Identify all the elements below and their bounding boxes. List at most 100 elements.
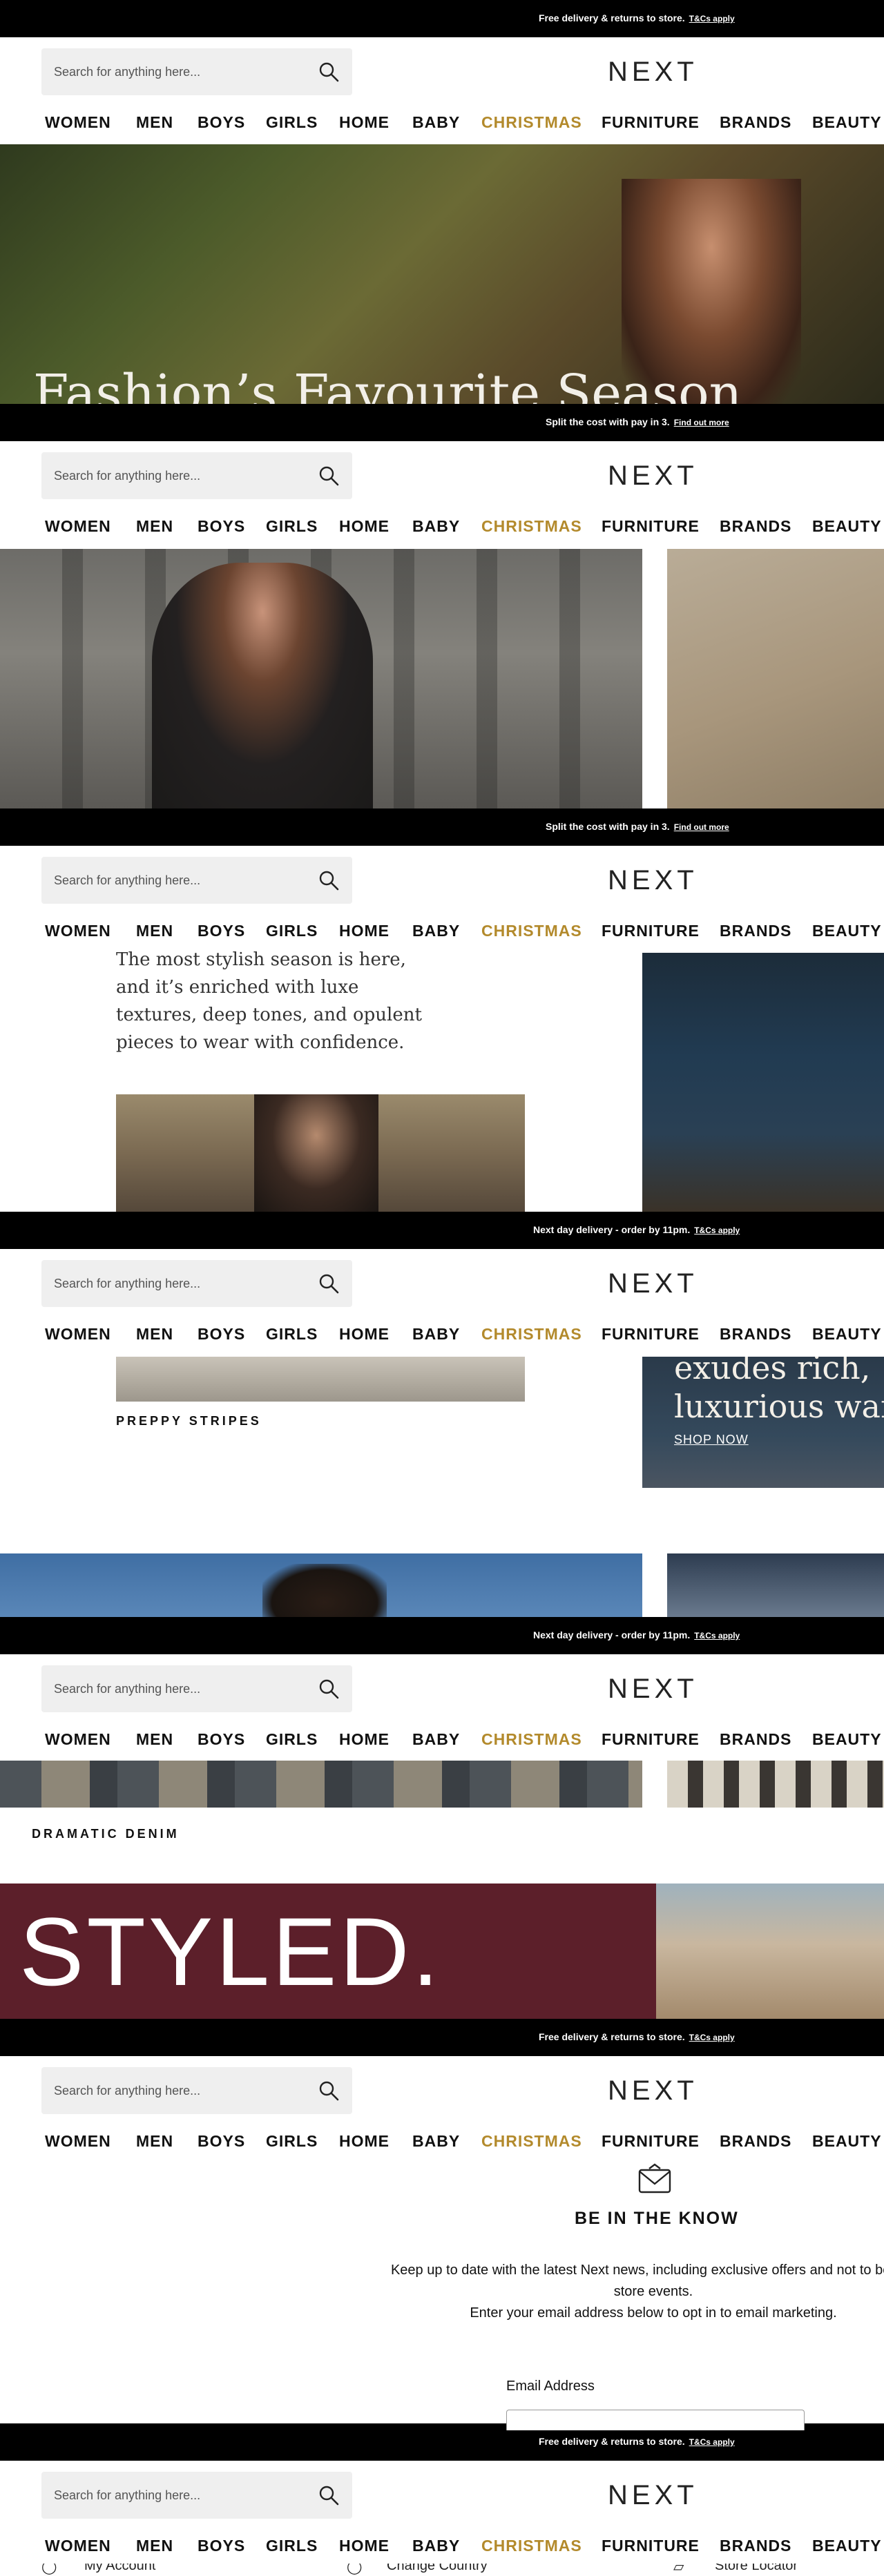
styled-banner[interactable]: STYLED. xyxy=(0,1883,656,2019)
nav-men[interactable]: MEN xyxy=(136,1730,173,1749)
next-logo[interactable]: NEXT xyxy=(608,1268,698,1299)
nav-furniture[interactable]: FURNITURE xyxy=(602,2537,700,2555)
dramatic-denim-caption[interactable]: DRAMATIC DENIM xyxy=(32,1827,180,1841)
nav-brands[interactable]: BRANDS xyxy=(720,2537,791,2555)
nav-beauty[interactable]: BEAUTY xyxy=(812,2132,882,2151)
styled-image[interactable] xyxy=(656,1883,884,2019)
search-icon[interactable] xyxy=(318,1678,340,1700)
search-input[interactable]: Search for anything here... xyxy=(41,2067,352,2114)
nav-brands[interactable]: BRANDS xyxy=(720,922,791,940)
nav-christmas[interactable]: CHRISTMAS xyxy=(481,517,582,536)
nav-baby[interactable]: BABY xyxy=(412,517,460,536)
nav-furniture[interactable]: FURNITURE xyxy=(602,517,700,536)
nav-home[interactable]: HOME xyxy=(339,113,390,132)
nav-brands[interactable]: BRANDS xyxy=(720,113,791,132)
nav-baby[interactable]: BABY xyxy=(412,922,460,940)
nav-baby[interactable]: BABY xyxy=(412,1325,460,1344)
luxe-tile[interactable]: exudes rich, luxurious war SHOP NOW xyxy=(642,1357,884,1488)
sunglasses-image[interactable] xyxy=(116,1094,525,1212)
luxe-image[interactable] xyxy=(642,953,884,1212)
nav-girls[interactable]: GIRLS xyxy=(266,113,318,132)
next-logo[interactable]: NEXT xyxy=(608,1674,698,1705)
search-icon[interactable] xyxy=(318,61,340,83)
nav-men[interactable]: MEN xyxy=(136,922,173,940)
nav-women[interactable]: WOMEN xyxy=(45,1730,111,1749)
promo-link[interactable]: T&Cs apply xyxy=(694,1226,740,1235)
nav-men[interactable]: MEN xyxy=(136,2132,173,2151)
columns-image[interactable] xyxy=(667,1761,884,1808)
nav-beauty[interactable]: BEAUTY xyxy=(812,922,882,940)
nav-boys[interactable]: BOYS xyxy=(198,2132,245,2151)
email-field[interactable] xyxy=(506,2410,805,2430)
nav-beauty[interactable]: BEAUTY xyxy=(812,517,882,536)
nav-girls[interactable]: GIRLS xyxy=(266,517,318,536)
search-icon[interactable] xyxy=(318,2080,340,2102)
search-icon[interactable] xyxy=(318,465,340,487)
nav-beauty[interactable]: BEAUTY xyxy=(812,2537,882,2555)
nav-women[interactable]: WOMEN xyxy=(45,922,111,940)
nav-girls[interactable]: GIRLS xyxy=(266,2537,318,2555)
nav-brands[interactable]: BRANDS xyxy=(720,1730,791,1749)
nav-home[interactable]: HOME xyxy=(339,1325,390,1344)
nav-home[interactable]: HOME xyxy=(339,2537,390,2555)
campaign-image-left[interactable] xyxy=(0,549,642,808)
nav-boys[interactable]: BOYS xyxy=(198,1730,245,1749)
nav-christmas[interactable]: CHRISTMAS xyxy=(481,2132,582,2151)
search-input[interactable]: Search for anything here... xyxy=(41,452,352,499)
nav-home[interactable]: HOME xyxy=(339,922,390,940)
preppy-image[interactable] xyxy=(116,1357,525,1402)
promo-link[interactable]: T&Cs apply xyxy=(689,2437,735,2447)
nav-furniture[interactable]: FURNITURE xyxy=(602,2132,700,2151)
campaign-image-right[interactable] xyxy=(667,549,884,808)
preppy-stripes-caption[interactable]: PREPPY STRIPES xyxy=(116,1414,262,1429)
nav-men[interactable]: MEN xyxy=(136,2537,173,2555)
nav-boys[interactable]: BOYS xyxy=(198,517,245,536)
search-input[interactable]: Search for anything here... xyxy=(41,857,352,904)
denim-strip-image[interactable] xyxy=(0,1761,642,1808)
promo-link[interactable]: Find out more xyxy=(674,418,729,427)
nav-men[interactable]: MEN xyxy=(136,1325,173,1344)
next-logo[interactable]: NEXT xyxy=(608,2480,698,2511)
footer-store-locator[interactable]: Store Locator xyxy=(715,2564,798,2574)
nav-home[interactable]: HOME xyxy=(339,2132,390,2151)
search-icon[interactable] xyxy=(318,1272,340,1295)
nav-furniture[interactable]: FURNITURE xyxy=(602,1730,700,1749)
nav-baby[interactable]: BABY xyxy=(412,2537,460,2555)
nav-girls[interactable]: GIRLS xyxy=(266,922,318,940)
search-icon[interactable] xyxy=(318,869,340,891)
nav-baby[interactable]: BABY xyxy=(412,1730,460,1749)
nav-girls[interactable]: GIRLS xyxy=(266,1325,318,1344)
nav-christmas[interactable]: CHRISTMAS xyxy=(481,113,582,132)
promo-link[interactable]: T&Cs apply xyxy=(694,1631,740,1640)
promo-link[interactable]: T&Cs apply xyxy=(689,2033,735,2042)
footer-change-country[interactable]: Change Country xyxy=(387,2564,488,2574)
nav-brands[interactable]: BRANDS xyxy=(720,2132,791,2151)
nav-brands[interactable]: BRANDS xyxy=(720,1325,791,1344)
search-icon[interactable] xyxy=(318,2484,340,2506)
nav-christmas[interactable]: CHRISTMAS xyxy=(481,1730,582,1749)
denim-image[interactable] xyxy=(0,1553,642,1617)
nav-women[interactable]: WOMEN xyxy=(45,517,111,536)
nav-men[interactable]: MEN xyxy=(136,113,173,132)
nav-furniture[interactable]: FURNITURE xyxy=(602,922,700,940)
nav-boys[interactable]: BOYS xyxy=(198,113,245,132)
next-logo[interactable]: NEXT xyxy=(608,57,698,88)
shop-now-link[interactable]: SHOP NOW xyxy=(674,1433,749,1447)
search-input[interactable]: Search for anything here... xyxy=(41,1665,352,1712)
next-logo[interactable]: NEXT xyxy=(608,865,698,896)
next-logo[interactable]: NEXT xyxy=(608,461,698,492)
nav-home[interactable]: HOME xyxy=(339,1730,390,1749)
nav-women[interactable]: WOMEN xyxy=(45,2132,111,2151)
hero-banner[interactable]: Fashion’s Favourite Season xyxy=(0,144,884,404)
nav-beauty[interactable]: BEAUTY xyxy=(812,1325,882,1344)
nav-baby[interactable]: BABY xyxy=(412,2132,460,2151)
nav-home[interactable]: HOME xyxy=(339,517,390,536)
footer-my-account[interactable]: My Account xyxy=(84,2564,155,2574)
nav-furniture[interactable]: FURNITURE xyxy=(602,113,700,132)
nav-boys[interactable]: BOYS xyxy=(198,922,245,940)
nav-boys[interactable]: BOYS xyxy=(198,2537,245,2555)
nav-boys[interactable]: BOYS xyxy=(198,1325,245,1344)
nav-women[interactable]: WOMEN xyxy=(45,2537,111,2555)
nav-beauty[interactable]: BEAUTY xyxy=(812,1730,882,1749)
nav-women[interactable]: WOMEN xyxy=(45,1325,111,1344)
